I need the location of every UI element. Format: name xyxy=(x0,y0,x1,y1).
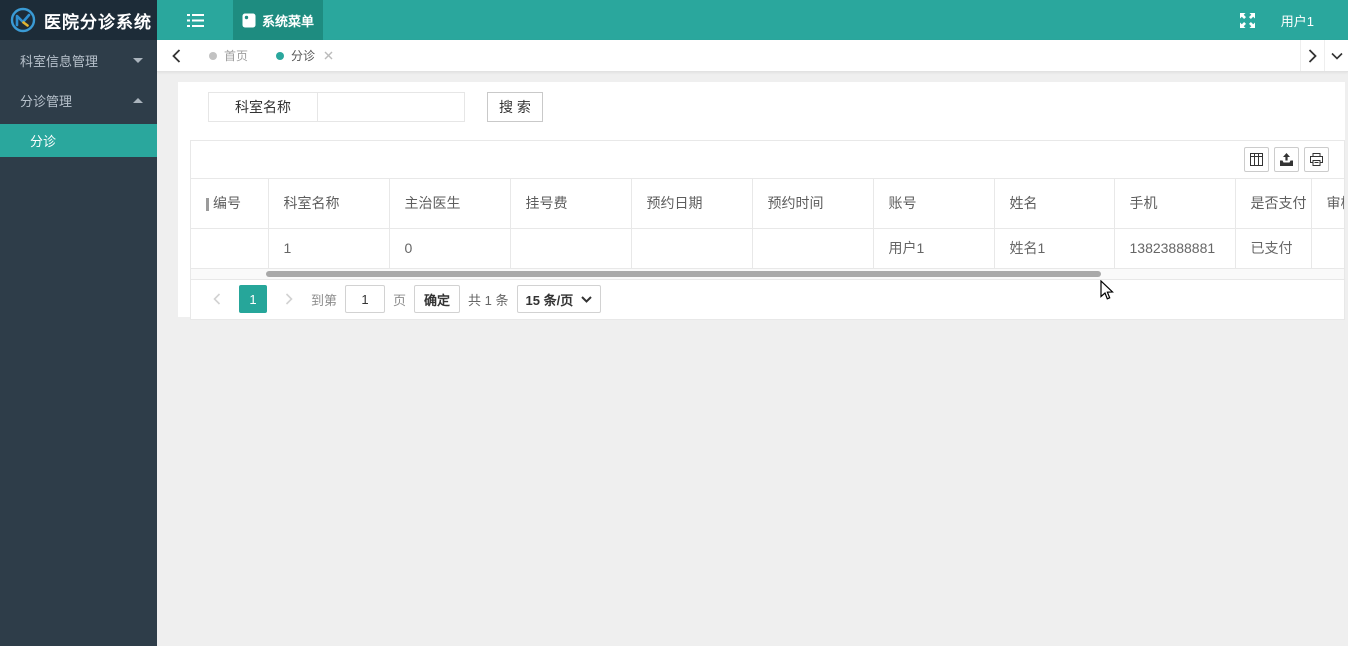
table-toolbar xyxy=(191,141,1344,178)
page-unit-label: 页 xyxy=(393,292,407,308)
topbar: 系统菜单 用户1 xyxy=(157,0,1348,40)
column-header-department[interactable]: 科室名称 xyxy=(268,179,390,229)
chevron-up-icon xyxy=(133,97,143,103)
close-tab-button[interactable] xyxy=(324,51,333,60)
confirm-page-button[interactable]: 确定 xyxy=(414,285,461,313)
tab-status-dot xyxy=(276,51,285,60)
table-header-row: 编号 科室名称 主治医生 挂号费 预约日期 预约时间 账号 姓名 手机 是否支付 xyxy=(191,179,1344,229)
tab-home[interactable]: 首页 xyxy=(195,40,262,71)
sidebar-item-department-info[interactable]: 科室信息管理 xyxy=(0,40,157,80)
page-size-select[interactable]: 15 条/页 xyxy=(516,285,602,313)
logo-block: 医院分诊系统 xyxy=(0,0,157,40)
sidebar-item-label: 科室信息管理 xyxy=(20,53,99,69)
column-header-date[interactable]: 预约日期 xyxy=(631,179,753,229)
content-card: 科室名称 搜 索 编号 科室名称 主治医生 挂号费 预约日期 预约时间 账号 姓… xyxy=(178,82,1345,320)
department-name-input[interactable] xyxy=(317,92,465,122)
chevron-left-icon xyxy=(213,293,221,305)
chevron-left-icon xyxy=(171,48,180,63)
tab-label: 首页 xyxy=(224,49,249,63)
cell-doctor: 0 xyxy=(389,228,511,269)
previous-page-button[interactable] xyxy=(203,285,231,313)
data-table-panel: 编号 科室名称 主治医生 挂号费 预约日期 预约时间 账号 姓名 手机 是否支付 xyxy=(190,140,1345,320)
horizontal-scrollbar-thumb[interactable] xyxy=(266,270,1101,277)
column-header-id[interactable]: 编号 xyxy=(191,179,269,229)
topnav-item-label: 系统菜单 xyxy=(261,13,314,29)
app-title: 医院分诊系统 xyxy=(44,12,152,32)
fullscreen-icon xyxy=(1240,12,1256,28)
table-scroll-viewport[interactable]: 编号 科室名称 主治医生 挂号费 预约日期 预约时间 账号 姓名 手机 是否支付 xyxy=(191,178,1344,269)
cell-name: 姓名1 xyxy=(994,228,1115,269)
goto-page-label: 到第 xyxy=(311,292,338,308)
cell-time xyxy=(752,228,874,269)
user-menu[interactable]: 用户1 xyxy=(1271,0,1348,40)
column-header-time[interactable]: 预约时间 xyxy=(752,179,874,229)
column-header-fee[interactable]: 挂号费 xyxy=(510,179,632,229)
chevron-down-icon xyxy=(581,295,592,303)
tab-triage[interactable]: 分诊 xyxy=(262,40,347,71)
chevron-right-icon xyxy=(1308,48,1317,63)
tabs-scroll-left-button[interactable] xyxy=(157,40,195,71)
cell-review xyxy=(1311,228,1344,269)
print-icon[interactable] xyxy=(1304,147,1329,172)
tabs-scroll-right-button[interactable] xyxy=(1300,40,1324,71)
next-page-button[interactable] xyxy=(275,285,303,313)
columns-icon[interactable] xyxy=(1244,147,1269,172)
column-header-doctor[interactable]: 主治医生 xyxy=(389,179,511,229)
app-header: 医院分诊系统 系统菜单 用户1 xyxy=(0,0,1348,40)
collapse-menu-button[interactable] xyxy=(157,0,233,40)
department-name-label: 科室名称 xyxy=(208,92,318,122)
export-icon[interactable] xyxy=(1274,147,1299,172)
sidebar-item-triage-management[interactable]: 分诊管理 xyxy=(0,80,157,120)
clipped-text-fragment xyxy=(206,198,209,212)
cell-date xyxy=(631,228,753,269)
search-form: 科室名称 搜 索 xyxy=(208,92,1345,122)
column-header-paid[interactable]: 是否支付 xyxy=(1235,179,1312,229)
column-header-name[interactable]: 姓名 xyxy=(994,179,1115,229)
table-row[interactable]: 1 0 用户1 姓名1 13823888881 已支付 xyxy=(191,228,1344,269)
chevron-right-icon xyxy=(285,293,293,305)
cell-paid: 已支付 xyxy=(1235,228,1312,269)
tabbar-right-controls xyxy=(1300,40,1348,71)
total-count-label: 共 1 条 xyxy=(468,292,509,308)
tab-label: 分诊 xyxy=(291,49,316,63)
tabs-menu-button[interactable] xyxy=(1324,40,1348,71)
search-button[interactable]: 搜 索 xyxy=(487,92,543,122)
tab-status-dot xyxy=(209,51,217,60)
app-logo-icon xyxy=(10,7,36,33)
main-area: 首页 分诊 科室名称 搜 索 编号 科室名称 主治医生 挂号费 预约日期 预约时… xyxy=(157,40,1348,320)
page-number-input[interactable] xyxy=(345,285,386,313)
cell-fee xyxy=(510,228,632,269)
hamburger-icon xyxy=(186,13,204,27)
chevron-down-icon xyxy=(1330,52,1343,60)
fullscreen-button[interactable] xyxy=(1225,0,1271,40)
close-icon xyxy=(324,51,333,60)
horizontal-scrollbar-track[interactable] xyxy=(191,268,1344,279)
cell-phone: 13823888881 xyxy=(1114,228,1236,269)
app-window: 医院分诊系统 系统菜单 用户1 科室信息管理 分诊管理 分诊 首页 分诊 科室名… xyxy=(0,0,1348,646)
chevron-down-icon xyxy=(133,57,143,63)
sidebar-item-label: 分诊管理 xyxy=(20,93,73,109)
topnav-item-system-menu[interactable]: 系统菜单 xyxy=(233,0,323,40)
column-header-phone[interactable]: 手机 xyxy=(1114,179,1236,229)
column-header-account[interactable]: 账号 xyxy=(873,179,995,229)
sidebar: 科室信息管理 分诊管理 分诊 xyxy=(0,40,157,646)
sidebar-subitem-triage-active[interactable]: 分诊 xyxy=(0,124,157,157)
cell-account: 用户1 xyxy=(873,228,995,269)
column-header-review[interactable]: 审核 xyxy=(1311,179,1344,229)
pagination-bar: 1 到第 页 确定 共 1 条 15 条/页 xyxy=(191,278,1344,319)
workspace-tabbar: 首页 分诊 xyxy=(157,40,1348,72)
cell-department: 1 xyxy=(268,228,390,269)
page-size-value: 15 条/页 xyxy=(525,292,574,308)
current-page-button[interactable]: 1 xyxy=(239,285,267,313)
system-menu-icon xyxy=(242,13,256,27)
data-table: 编号 科室名称 主治医生 挂号费 预约日期 预约时间 账号 姓名 手机 是否支付 xyxy=(191,179,1344,269)
cell-id xyxy=(191,228,269,269)
